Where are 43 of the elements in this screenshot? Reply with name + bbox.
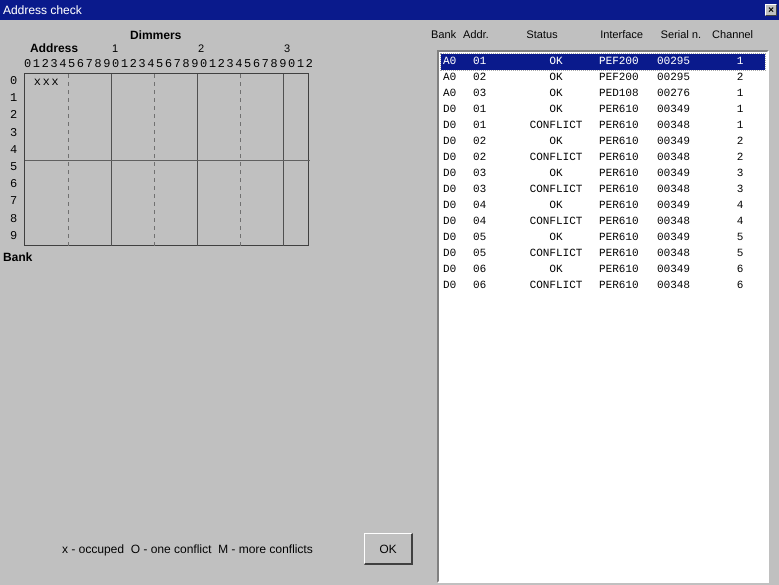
bank-row-label: 5	[10, 160, 19, 174]
list-row[interactable]: D0 02 CONFLICT PER610 00348 2	[441, 150, 765, 166]
bank-row-label: 6	[10, 177, 19, 192]
list-row[interactable]: D0 06 OK PER610 00349 6	[441, 262, 765, 278]
bank-label: Bank	[3, 250, 32, 264]
list-row[interactable]: D0 05 OK PER610 00349 5	[441, 230, 765, 246]
list-row[interactable]: A0 03 OK PED108 00276 1	[441, 86, 765, 102]
column-header: Interface	[599, 28, 643, 43]
column-tens-label: 3	[284, 43, 290, 55]
window-title: Address check	[3, 2, 82, 19]
column-header: Addr.	[463, 28, 490, 43]
column-header: Status	[525, 28, 559, 43]
bank-row-label: 1	[10, 91, 19, 106]
list-row[interactable]: D0 01 CONFLICT PER610 00348 1	[441, 118, 765, 134]
list-row[interactable]: D0 06 CONFLICT PER610 00348 6	[441, 278, 765, 294]
list-row[interactable]: D0 02 OK PER610 00349 2	[441, 134, 765, 150]
legend-text: x - occuped O - one conflict M - more conflicts	[62, 541, 313, 558]
bank-row-label: 0	[10, 74, 19, 88]
bank-row-label: 9	[10, 228, 19, 243]
bank-row-label: 2	[10, 108, 19, 122]
address-label: Address	[30, 42, 80, 55]
list-row[interactable]: D0 03 CONFLICT PER610 00348 3	[441, 182, 765, 198]
bank-row-label: 4	[10, 142, 19, 157]
bank-row-label: 8	[10, 212, 19, 226]
grid-title: Dimmers	[130, 28, 182, 42]
list-row[interactable]: D0 04 OK PER610 00349 4	[441, 198, 765, 214]
column-header: Serial n.	[660, 28, 701, 43]
close-button[interactable]: ×	[765, 4, 777, 16]
list-row[interactable]: A0 01 OK PEF200 00295 1	[441, 54, 765, 70]
ok-button[interactable]: OK	[364, 533, 413, 565]
list-row[interactable]: A0 02 OK PEF200 00295 2	[441, 70, 765, 86]
column-digits: 012345678901234567890123456789012	[24, 57, 314, 71]
grid-marks: xxx	[32, 75, 60, 89]
list-row[interactable]: D0 05 CONFLICT PER610 00348 5	[441, 246, 765, 262]
list-row[interactable]: D0 03 OK PER610 00349 3	[441, 166, 765, 182]
list-row[interactable]: D0 01 OK PER610 00349 1	[441, 102, 765, 118]
list-row[interactable]: D0 04 CONFLICT PER610 00348 4	[441, 214, 765, 230]
column-tens-label: 1	[112, 43, 118, 55]
bank-row-label: 7	[10, 194, 19, 208]
column-tens-label: 2	[198, 43, 204, 55]
column-header: Bank	[431, 28, 458, 43]
bank-row-label: 3	[10, 126, 19, 140]
column-header: Channel	[711, 28, 753, 43]
